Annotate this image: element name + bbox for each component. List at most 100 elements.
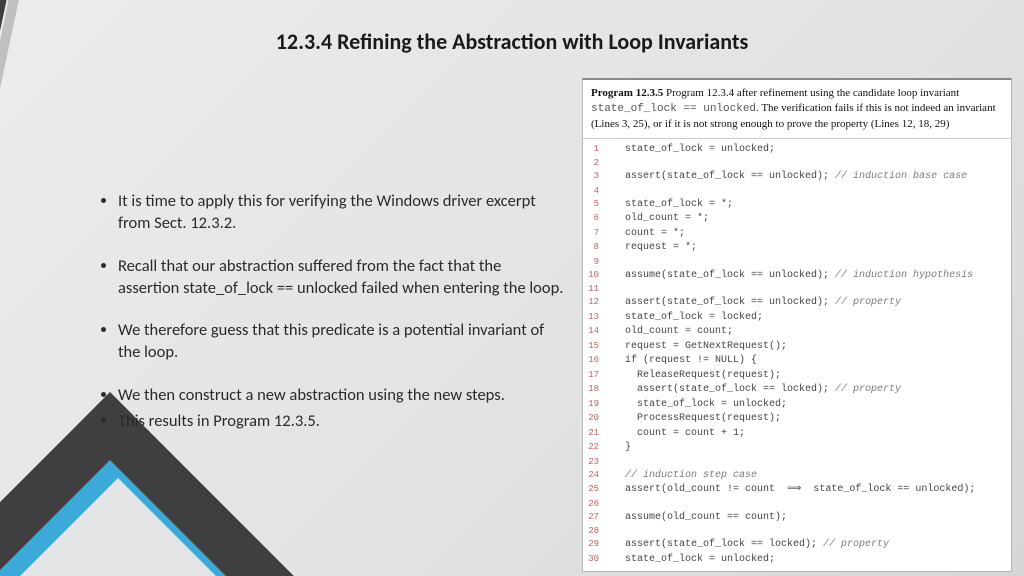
code-line: 30 state_of_lock = unlocked; — [583, 553, 1011, 568]
code-text — [607, 525, 1011, 538]
code-line: 19 state_of_lock = unlocked; — [583, 398, 1011, 413]
line-number: 3 — [583, 170, 607, 185]
code-line: 14 old_count = count; — [583, 325, 1011, 340]
code-line: 16 if (request != NULL) { — [583, 354, 1011, 369]
program-box: Program 12.3.5 Program 12.3.4 after refi… — [582, 78, 1012, 572]
line-number: 23 — [583, 456, 607, 469]
line-number: 21 — [583, 427, 607, 442]
line-number: 18 — [583, 383, 607, 398]
code-line: 18 assert(state_of_lock == locked); // p… — [583, 383, 1011, 398]
line-number: 10 — [583, 269, 607, 284]
bullet-item: It is time to apply this for verifying t… — [118, 190, 565, 235]
code-text: state_of_lock = locked; — [607, 311, 1011, 326]
code-text: state_of_lock = unlocked; — [607, 143, 1011, 158]
line-number: 19 — [583, 398, 607, 413]
code-line: 2 — [583, 157, 1011, 170]
code-listing: 1 state_of_lock = unlocked;23 assert(sta… — [583, 139, 1011, 572]
code-text: } — [607, 441, 1011, 456]
line-number: 5 — [583, 198, 607, 213]
slide-title: 12.3.4 Refining the Abstraction with Loo… — [0, 28, 1024, 55]
line-number: 16 — [583, 354, 607, 369]
line-number: 30 — [583, 553, 607, 568]
code-text — [607, 498, 1011, 511]
code-text: assert(state_of_lock == locked); // prop… — [607, 538, 1011, 553]
code-text: count = count + 1; — [607, 427, 1011, 442]
bullet-item: We therefore guess that this predicate i… — [118, 319, 565, 364]
line-number: 13 — [583, 311, 607, 326]
code-comment: // induction step case — [625, 470, 757, 481]
line-number: 27 — [583, 511, 607, 526]
code-text: request = GetNextRequest(); — [607, 340, 1011, 355]
code-text: old_count = *; — [607, 212, 1011, 227]
code-text: state_of_lock = unlocked; — [607, 398, 1011, 413]
code-comment: // induction base case — [835, 171, 967, 182]
code-line: 7 count = *; — [583, 227, 1011, 242]
line-number: 2 — [583, 157, 607, 170]
code-line: 3 assert(state_of_lock == unlocked); // … — [583, 170, 1011, 185]
code-line: 23 — [583, 456, 1011, 469]
code-line: 27 assume(old_count == count); — [583, 511, 1011, 526]
code-text: assert(state_of_lock == unlocked); // pr… — [607, 296, 1011, 311]
code-text: state_of_lock = *; — [607, 198, 1011, 213]
line-number: 9 — [583, 256, 607, 269]
line-number: 17 — [583, 369, 607, 384]
line-number: 6 — [583, 212, 607, 227]
code-text: assert(state_of_lock == unlocked); // in… — [607, 170, 1011, 185]
caption-code: state_of_lock == unlocked — [591, 103, 756, 115]
line-number: 26 — [583, 498, 607, 511]
code-text: assume(old_count == count); — [607, 511, 1011, 526]
code-comment: // property — [835, 384, 901, 395]
code-text — [607, 157, 1011, 170]
code-line: 1 state_of_lock = unlocked; — [583, 143, 1011, 158]
bullet-list: It is time to apply this for verifying t… — [100, 190, 565, 452]
code-line: 4 — [583, 185, 1011, 198]
code-comment: // property — [823, 539, 889, 550]
line-number: 4 — [583, 185, 607, 198]
bullet-item: We then construct a new abstraction usin… — [118, 384, 565, 406]
code-text: assert(old_count != count ⟹ state_of_loc… — [607, 483, 1011, 498]
line-number: 29 — [583, 538, 607, 553]
code-line: 9 — [583, 256, 1011, 269]
line-number: 24 — [583, 469, 607, 484]
code-text: if (request != NULL) { — [607, 354, 1011, 369]
code-line: 17 ReleaseRequest(request); — [583, 369, 1011, 384]
line-number: 12 — [583, 296, 607, 311]
code-text: count = *; — [607, 227, 1011, 242]
line-number: 20 — [583, 412, 607, 427]
code-line: 15 request = GetNextRequest(); — [583, 340, 1011, 355]
code-line: 29 assert(state_of_lock == locked); // p… — [583, 538, 1011, 553]
bullet-item: Recall that our abstraction suffered fro… — [118, 255, 565, 300]
code-text: state_of_lock = unlocked; — [607, 553, 1011, 568]
line-number: 14 — [583, 325, 607, 340]
bullet-item: This results in Program 12.3.5. — [118, 410, 565, 432]
line-number: 1 — [583, 143, 607, 158]
code-text: old_count = count; — [607, 325, 1011, 340]
code-text — [607, 283, 1011, 296]
code-text — [607, 185, 1011, 198]
code-line: 10 assume(state_of_lock == unlocked); //… — [583, 269, 1011, 284]
code-line: 11 — [583, 283, 1011, 296]
line-number: 11 — [583, 283, 607, 296]
code-text — [607, 456, 1011, 469]
code-comment: // property — [835, 297, 901, 308]
line-number: 28 — [583, 525, 607, 538]
line-number: 7 — [583, 227, 607, 242]
code-line: 28 — [583, 525, 1011, 538]
code-text: assert(state_of_lock == locked); // prop… — [607, 383, 1011, 398]
code-line: 22 } — [583, 441, 1011, 456]
code-text: ReleaseRequest(request); — [607, 369, 1011, 384]
line-number: 8 — [583, 241, 607, 256]
code-line: 21 count = count + 1; — [583, 427, 1011, 442]
code-text: // induction step case — [607, 469, 1011, 484]
code-line: 20 ProcessRequest(request); — [583, 412, 1011, 427]
caption-body1: Program 12.3.4 after refinement using th… — [663, 87, 959, 99]
code-line: 26 — [583, 498, 1011, 511]
line-number: 25 — [583, 483, 607, 498]
code-line: 6 old_count = *; — [583, 212, 1011, 227]
code-line: 8 request = *; — [583, 241, 1011, 256]
code-comment: // induction hypothesis — [835, 270, 973, 281]
line-number: 22 — [583, 441, 607, 456]
code-line: 12 assert(state_of_lock == unlocked); //… — [583, 296, 1011, 311]
code-line: 25 assert(old_count != count ⟹ state_of_… — [583, 483, 1011, 498]
caption-lead: Program 12.3.5 — [591, 87, 663, 99]
